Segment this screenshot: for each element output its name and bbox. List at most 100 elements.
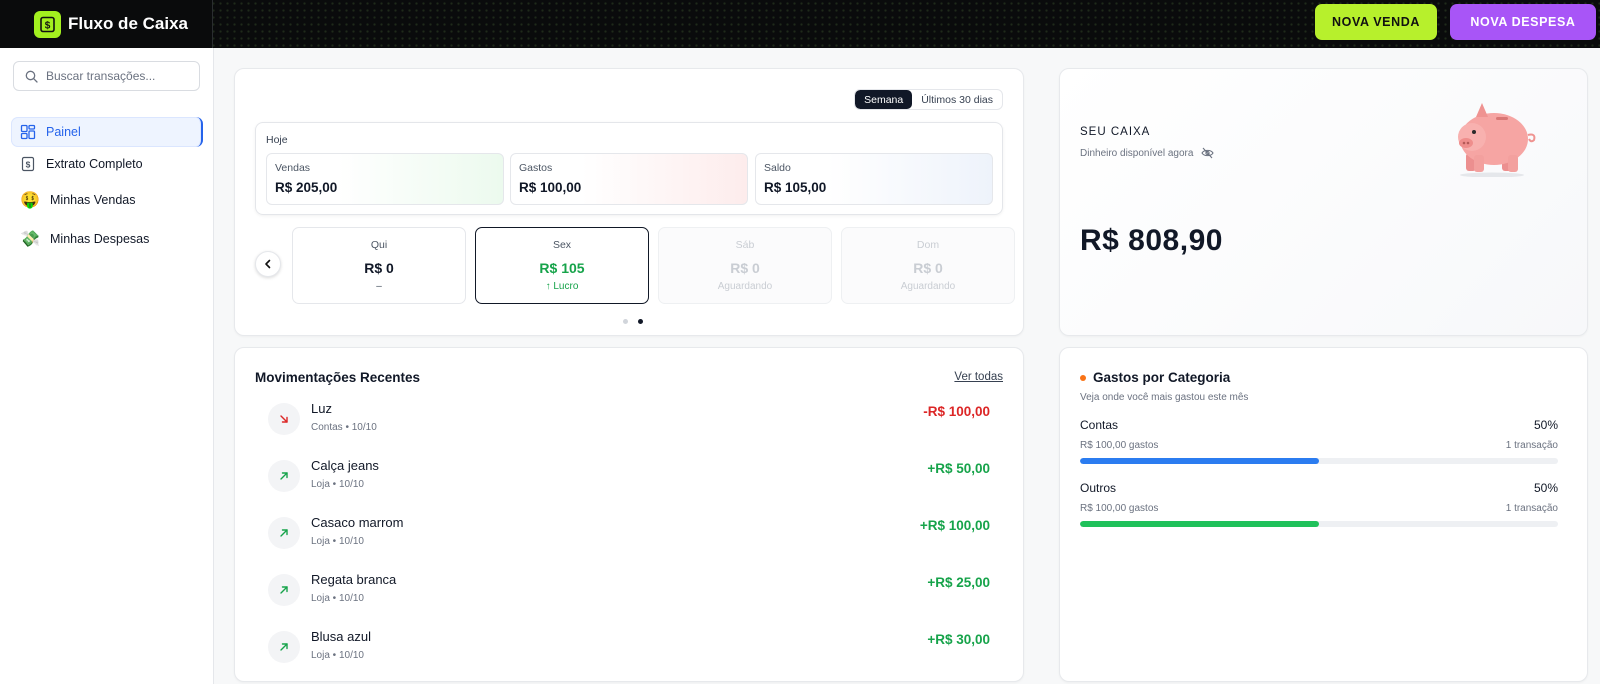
day-name: Sáb — [735, 239, 755, 251]
transaction-name: Calça jeans — [311, 458, 379, 473]
day-value: R$ 105 — [539, 260, 585, 276]
arrow-up-right-icon — [268, 574, 300, 606]
categorias-subtitle: Veja onde você mais gastou este mês — [1080, 392, 1249, 403]
transaction-meta: Loja • 10/10 — [311, 650, 364, 661]
flying-money-emoji-icon: 💸 — [20, 231, 40, 248]
transaction-row[interactable]: Casaco marrom Loja • 10/10 +R$ 100,00 — [268, 512, 990, 556]
top-header: $ Fluxo de Caixa NOVA VENDA NOVA DESPESA — [0, 0, 1600, 48]
stat-value: R$ 100,00 — [519, 180, 582, 195]
sidebar: Painel $ Extrato Completo 🤑 Minhas Venda… — [0, 48, 214, 684]
page-dot-1[interactable] — [623, 319, 628, 324]
category-progress-fill — [1080, 458, 1319, 464]
categorias-title: Gastos por Categoria — [1093, 370, 1231, 385]
transaction-amount: -R$ 100,00 — [923, 404, 990, 419]
search-icon — [25, 70, 38, 83]
category-percent: 50% — [1533, 481, 1558, 495]
svg-text:$: $ — [26, 160, 31, 170]
transaction-meta: Loja • 10/10 — [311, 536, 364, 547]
brand[interactable]: $ Fluxo de Caixa — [0, 0, 213, 48]
day-name: Dom — [916, 239, 940, 251]
arrow-up-right-icon — [268, 517, 300, 549]
movimentacoes-title: Movimentações Recentes — [255, 370, 421, 385]
dollar-logo-icon: $ — [34, 10, 61, 38]
transaction-meta: Loja • 10/10 — [311, 593, 364, 604]
sidebar-item-despesas[interactable]: 💸 Minhas Despesas — [11, 224, 203, 254]
category-progress-track — [1080, 521, 1558, 527]
dollar-document-icon: $ — [21, 156, 35, 172]
day-status: Aguardando — [717, 281, 773, 292]
ver-todas-link[interactable]: Ver todas — [954, 371, 1003, 383]
caixa-subtitle-row: Dinheiro disponível agora — [1080, 147, 1215, 159]
sidebar-item-vendas[interactable]: 🤑 Minhas Vendas — [11, 185, 203, 215]
movimentacoes-card: Movimentações Recentes Ver todas Luz Con… — [234, 347, 1024, 682]
category-name: Outros — [1080, 481, 1117, 495]
transaction-meta: Loja • 10/10 — [311, 479, 364, 490]
sidebar-item-label: Painel — [46, 125, 81, 139]
search-box[interactable] — [13, 61, 200, 91]
day-card-qui[interactable]: Qui R$ 0 – — [292, 227, 466, 304]
arrow-up-right-icon — [268, 460, 300, 492]
eye-off-icon[interactable] — [1201, 147, 1215, 159]
stat-gastos: Gastos R$ 100,00 — [510, 153, 748, 205]
day-value: R$ 0 — [364, 260, 394, 276]
transaction-name: Casaco marrom — [311, 515, 404, 530]
category-gastos: R$ 100,00 gastos — [1080, 503, 1159, 514]
svg-text:$: $ — [45, 20, 51, 31]
day-status: ↑ Lucro — [545, 281, 579, 292]
caixa-card: SEU CAIXA Dinheiro disponível agora R$ 8… — [1059, 68, 1588, 336]
money-face-emoji-icon: 🤑 — [20, 192, 40, 209]
carousel-pagination — [623, 319, 643, 324]
transaction-amount: +R$ 50,00 — [927, 461, 990, 476]
sidebar-item-label: Minhas Vendas — [50, 193, 136, 207]
sidebar-item-extrato[interactable]: $ Extrato Completo — [11, 149, 203, 179]
stat-label: Saldo — [764, 162, 791, 174]
category-gastos: R$ 100,00 gastos — [1080, 440, 1159, 451]
toggle-ultimos-30-dias[interactable]: Últimos 30 dias — [912, 90, 1002, 109]
period-toggle[interactable]: Semana Últimos 30 dias — [854, 89, 1003, 110]
transaction-row[interactable]: Regata branca Loja • 10/10 +R$ 25,00 — [268, 569, 990, 613]
arrow-down-right-icon — [268, 403, 300, 435]
day-status: Aguardando — [900, 281, 956, 292]
transaction-amount: +R$ 30,00 — [927, 632, 990, 647]
toggle-semana[interactable]: Semana — [855, 90, 913, 109]
transaction-row[interactable]: Blusa azul Loja • 10/10 +R$ 30,00 — [268, 626, 990, 670]
day-card-sab[interactable]: Sáb R$ 0 Aguardando — [658, 227, 832, 304]
arrow-up-right-icon — [268, 631, 300, 663]
transaction-meta: Contas • 10/10 — [311, 422, 377, 433]
page-dot-2[interactable] — [638, 319, 643, 324]
sidebar-item-painel[interactable]: Painel — [11, 117, 203, 147]
stat-value: R$ 105,00 — [764, 180, 827, 195]
day-status: – — [376, 281, 382, 292]
day-name: Qui — [370, 239, 388, 251]
transaction-amount: +R$ 25,00 — [927, 575, 990, 590]
category-transacoes: 1 transação — [1505, 440, 1558, 451]
orange-dot-icon — [1080, 374, 1086, 381]
sidebar-item-label: Minhas Despesas — [50, 232, 150, 246]
transaction-row[interactable]: Luz Contas • 10/10 -R$ 100,00 — [268, 398, 990, 442]
dashboard-icon — [20, 124, 36, 140]
categorias-card: Gastos por Categoria Veja onde você mais… — [1059, 347, 1588, 682]
category-progress-track — [1080, 458, 1558, 464]
stat-label: Vendas — [275, 162, 311, 174]
chevron-left-icon — [265, 259, 271, 269]
caixa-title: SEU CAIXA — [1080, 126, 1151, 138]
categorias-title-row: Gastos por Categoria — [1080, 370, 1230, 385]
previous-days-button[interactable] — [255, 251, 281, 277]
transaction-name: Luz — [311, 401, 332, 416]
nova-despesa-button[interactable]: NOVA DESPESA — [1450, 4, 1596, 40]
day-card-sex[interactable]: Sex R$ 105 ↑ Lucro — [475, 227, 649, 304]
nova-venda-button[interactable]: NOVA VENDA — [1315, 4, 1437, 40]
piggy-bank-icon — [1458, 103, 1536, 177]
category-name: Contas — [1080, 418, 1119, 432]
day-value: R$ 0 — [913, 260, 943, 276]
day-card-dom[interactable]: Dom R$ 0 Aguardando — [841, 227, 1015, 304]
app-title: Fluxo de Caixa — [68, 14, 188, 33]
transaction-row[interactable]: Calça jeans Loja • 10/10 +R$ 50,00 — [268, 455, 990, 499]
stat-value: R$ 205,00 — [275, 180, 338, 195]
sidebar-item-label: Extrato Completo — [46, 157, 143, 171]
category-transacoes: 1 transação — [1505, 503, 1558, 514]
today-summary: Hoje Vendas R$ 205,00 Gastos R$ 100,00 S… — [255, 122, 1003, 215]
stat-vendas: Vendas R$ 205,00 — [266, 153, 504, 205]
caixa-subtitle: Dinheiro disponível agora — [1080, 147, 1194, 159]
search-input[interactable] — [46, 69, 186, 83]
